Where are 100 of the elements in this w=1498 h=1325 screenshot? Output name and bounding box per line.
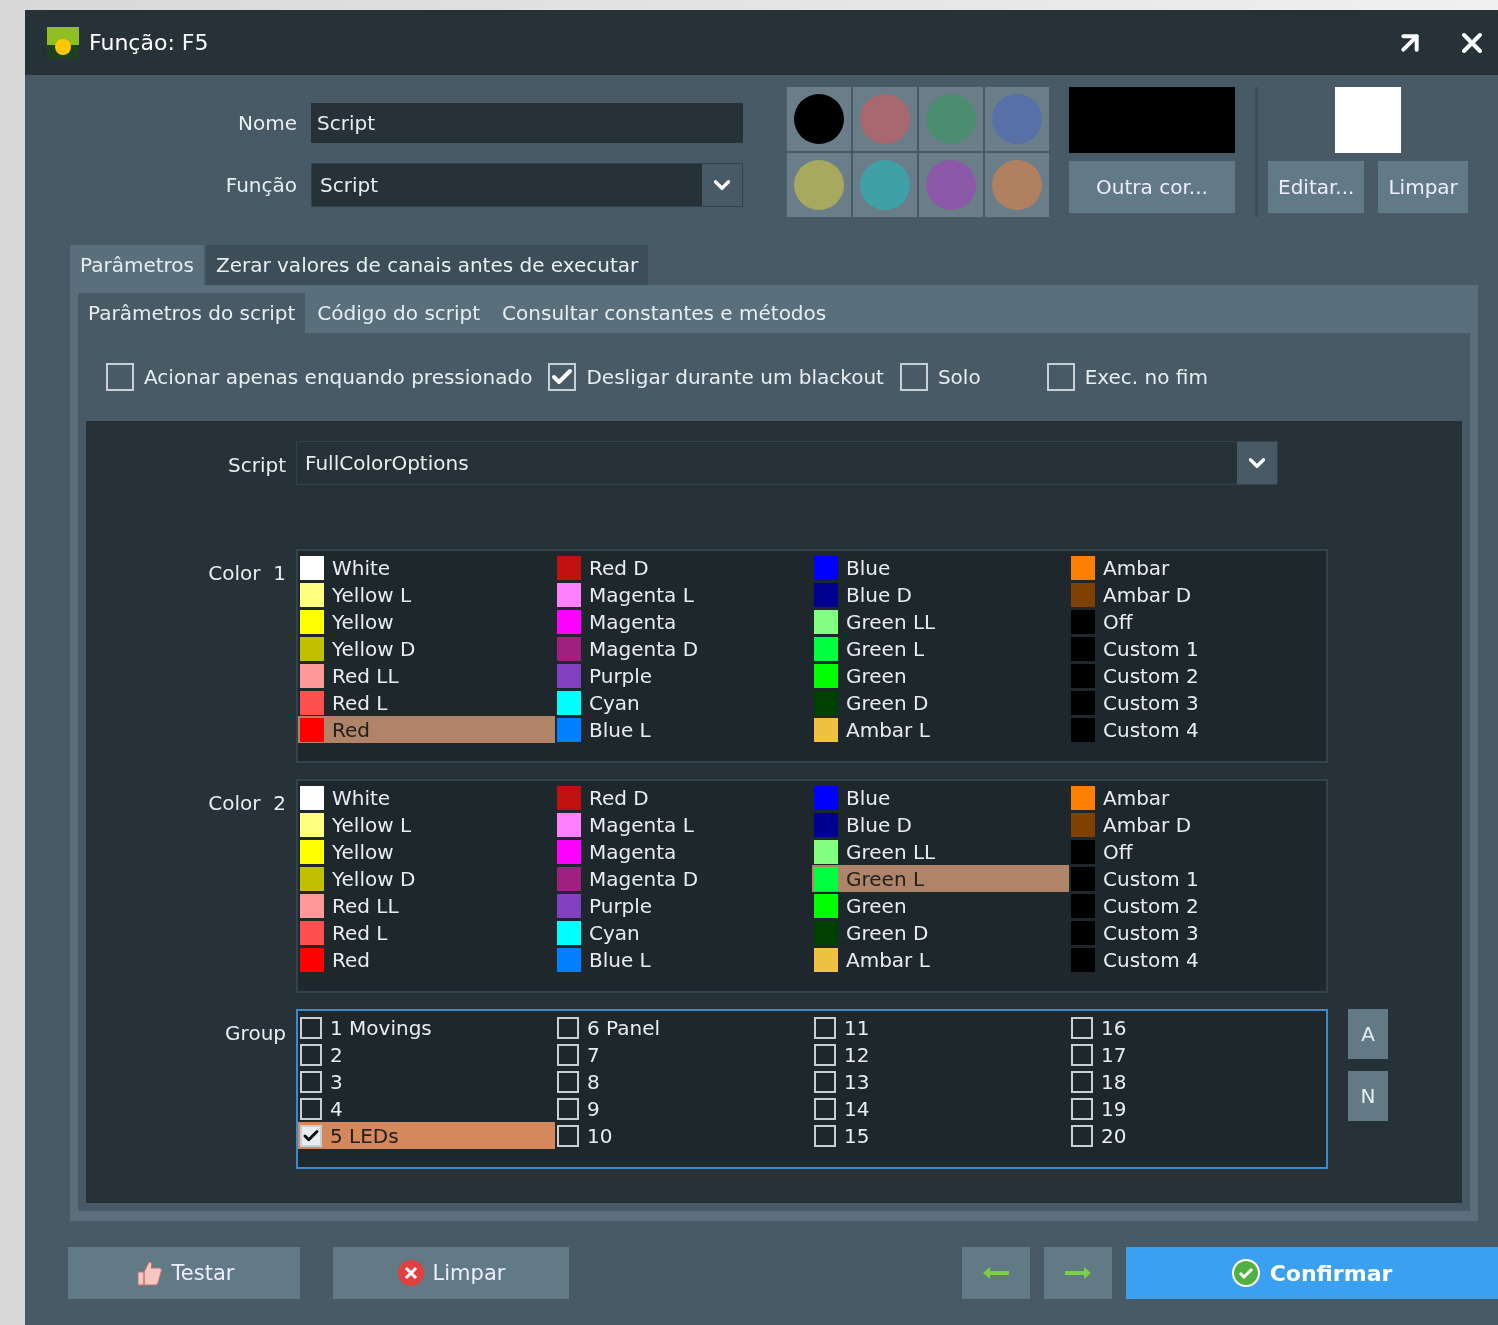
color-option[interactable]: Yellow L [298, 581, 555, 608]
checkbox[interactable] [1071, 1124, 1093, 1147]
group-option[interactable]: 5 LEDs [298, 1122, 555, 1149]
group-option[interactable]: 14 [812, 1095, 1069, 1122]
color-option[interactable]: Magenta D [555, 865, 812, 892]
checkbox[interactable] [1071, 1070, 1093, 1093]
checkbox[interactable] [300, 1070, 322, 1093]
checkbox[interactable] [1071, 1043, 1093, 1066]
color-option[interactable]: Ambar [1069, 784, 1326, 811]
checkbox[interactable] [106, 363, 134, 391]
color-option[interactable]: Purple [555, 892, 812, 919]
group-option[interactable]: 18 [1069, 1068, 1326, 1095]
color-option[interactable]: Magenta [555, 608, 812, 635]
color-swatch[interactable] [919, 153, 983, 217]
color-option[interactable]: Blue L [555, 946, 812, 973]
color-option[interactable]: Custom 2 [1069, 892, 1326, 919]
clear-button[interactable]: Limpar [333, 1247, 569, 1299]
color-option[interactable]: Custom 1 [1069, 635, 1326, 662]
color-option[interactable]: Blue D [812, 811, 1069, 838]
color-option[interactable]: Custom 1 [1069, 865, 1326, 892]
color-option[interactable]: Red D [555, 784, 812, 811]
group-option[interactable]: 16 [1069, 1014, 1326, 1041]
color-swatch[interactable] [985, 153, 1049, 217]
color-option[interactable]: Yellow D [298, 635, 555, 662]
tab[interactable]: Parâmetros do script [78, 293, 306, 333]
color-swatch[interactable] [985, 87, 1049, 151]
color-option[interactable]: Yellow L [298, 811, 555, 838]
color-swatch[interactable] [853, 87, 917, 151]
color-option[interactable]: Blue [812, 784, 1069, 811]
color-option[interactable]: Red D [555, 554, 812, 581]
color-option[interactable]: Magenta L [555, 581, 812, 608]
checkbox[interactable] [557, 1016, 579, 1039]
color-option[interactable]: White [298, 784, 555, 811]
group-option[interactable]: 3 [298, 1068, 555, 1095]
group-option[interactable]: 12 [812, 1041, 1069, 1068]
color-swatch[interactable] [787, 153, 851, 217]
group-option[interactable]: 13 [812, 1068, 1069, 1095]
checkbox[interactable] [814, 1043, 836, 1066]
group-option[interactable]: 15 [812, 1122, 1069, 1149]
color-option[interactable]: Custom 3 [1069, 919, 1326, 946]
group-option[interactable]: 2 [298, 1041, 555, 1068]
color-option[interactable]: Cyan [555, 919, 812, 946]
checkbox[interactable] [1046, 363, 1075, 391]
tab[interactable]: Parâmetros [70, 245, 204, 285]
color-option[interactable]: Ambar D [1069, 811, 1326, 838]
group-option[interactable]: 10 [555, 1122, 812, 1149]
test-button[interactable]: Testar [68, 1247, 300, 1299]
color-swatch[interactable] [853, 153, 917, 217]
color-option[interactable]: Yellow D [298, 865, 555, 892]
color-option[interactable]: Cyan [555, 689, 812, 716]
color-option[interactable]: Blue [812, 554, 1069, 581]
group-option[interactable]: 8 [555, 1068, 812, 1095]
color-option[interactable]: Custom 3 [1069, 689, 1326, 716]
checkbox[interactable] [557, 1097, 579, 1120]
group-button[interactable]: N [1348, 1071, 1388, 1121]
color-option[interactable]: Red L [298, 689, 555, 716]
checkbox[interactable] [300, 1016, 322, 1039]
group-option[interactable]: 4 [298, 1095, 555, 1122]
color-option[interactable]: Magenta D [555, 635, 812, 662]
color-option[interactable]: Green L [812, 865, 1069, 892]
color-option[interactable]: Off [1069, 838, 1326, 865]
color-option[interactable]: Green [812, 892, 1069, 919]
color-option[interactable]: Custom 4 [1069, 946, 1326, 973]
color-option[interactable]: Ambar L [812, 716, 1069, 743]
color-option[interactable]: Green L [812, 635, 1069, 662]
dropdown[interactable]: FullColorOptions [296, 441, 1278, 485]
group-option[interactable]: 19 [1069, 1095, 1326, 1122]
color-option[interactable]: Magenta L [555, 811, 812, 838]
color-option[interactable]: Ambar L [812, 946, 1069, 973]
clear-button[interactable]: Limpar [1378, 161, 1468, 213]
group-button[interactable]: A [1348, 1009, 1388, 1059]
color-option[interactable]: White [298, 554, 555, 581]
group-option[interactable]: 9 [555, 1095, 812, 1122]
group-option[interactable]: 1 Movings [298, 1014, 555, 1041]
color-option[interactable]: Custom 4 [1069, 716, 1326, 743]
color-option[interactable]: Blue L [555, 716, 812, 743]
color-option[interactable]: Green D [812, 689, 1069, 716]
checkbox[interactable] [814, 1070, 836, 1093]
color-option[interactable]: Custom 2 [1069, 662, 1326, 689]
other-color-button[interactable]: Outra cor... [1069, 161, 1235, 213]
group-option[interactable]: 20 [1069, 1122, 1326, 1149]
color-option[interactable]: Purple [555, 662, 812, 689]
color-option[interactable]: Red LL [298, 892, 555, 919]
checkbox[interactable] [300, 1097, 322, 1120]
color-option[interactable]: Ambar D [1069, 581, 1326, 608]
group-option[interactable]: 11 [812, 1014, 1069, 1041]
checkbox[interactable] [1071, 1097, 1093, 1120]
checkbox[interactable] [814, 1097, 836, 1120]
checkbox[interactable] [814, 1016, 836, 1039]
color-option[interactable]: Ambar [1069, 554, 1326, 581]
color-option[interactable]: Green [812, 662, 1069, 689]
color-option[interactable]: Off [1069, 608, 1326, 635]
color-swatch[interactable] [919, 87, 983, 151]
color-option[interactable]: Red [298, 946, 555, 973]
tab[interactable]: Zerar valores de canais antes de executar [205, 245, 649, 285]
color-option[interactable]: Green D [812, 919, 1069, 946]
checkbox[interactable] [300, 1124, 322, 1147]
color-option[interactable]: Magenta [555, 838, 812, 865]
color-option[interactable]: Green LL [812, 838, 1069, 865]
color-swatch[interactable] [787, 87, 851, 151]
